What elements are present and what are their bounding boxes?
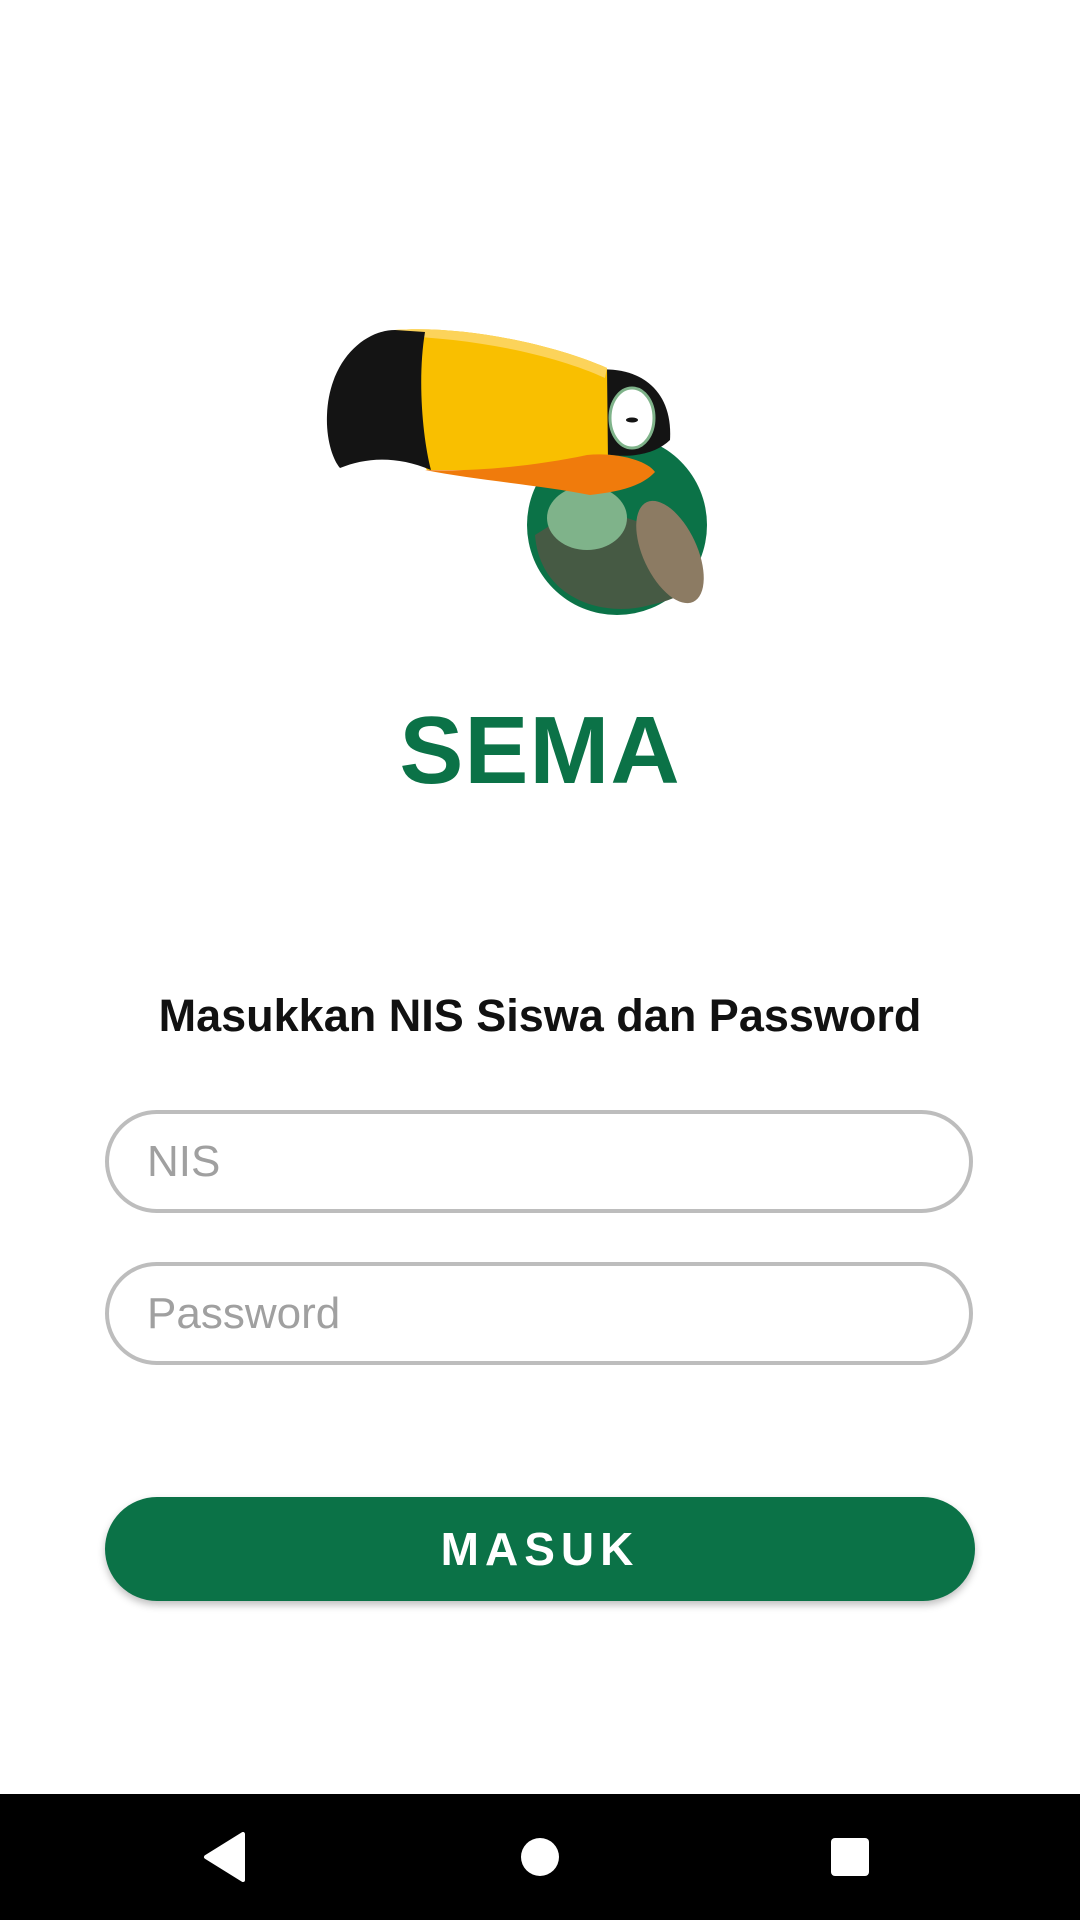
home-button[interactable] [460,1794,620,1920]
password-input[interactable] [109,1266,969,1361]
recents-icon [831,1838,869,1876]
back-icon [204,1832,245,1882]
password-field [105,1262,973,1365]
home-icon [521,1838,559,1876]
app-title: SEMA [399,697,681,804]
login-instruction: Masukkan NIS Siswa dan Password [158,990,922,1041]
toucan-logo-icon [326,329,707,615]
login-screen: SEMA Masukkan NIS Siswa dan Password MAS… [0,0,1080,1920]
recents-button[interactable] [770,1794,930,1920]
login-button[interactable]: MASUK [105,1497,975,1601]
nis-field [105,1110,973,1213]
back-button[interactable] [145,1794,305,1920]
system-navigation-bar [0,1794,1080,1920]
nis-input[interactable] [109,1114,969,1209]
